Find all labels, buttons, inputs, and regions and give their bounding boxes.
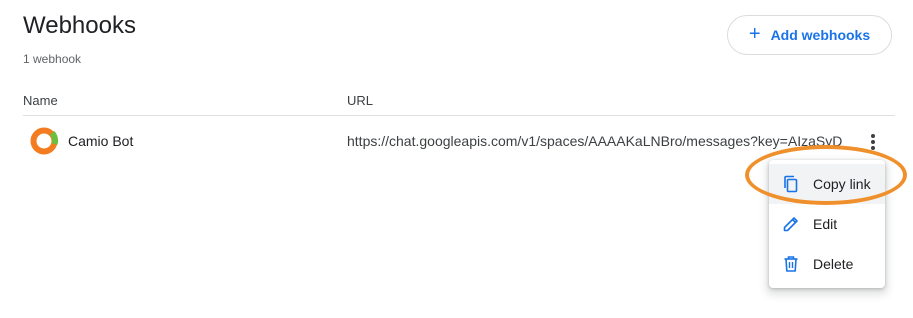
context-menu: Copy link Edit Delete [769,160,885,288]
pencil-icon [783,217,798,232]
menu-item-label: Edit [813,216,838,232]
webhooks-page: Webhooks 1 webhook + Add webhooks Name U… [0,0,913,318]
add-webhooks-button[interactable]: + Add webhooks [727,15,892,55]
trash-icon [784,256,798,272]
camio-logo-icon [30,127,58,155]
menu-item-label: Copy link [813,176,871,192]
menu-item-copy-link[interactable]: Copy link [769,164,885,204]
menu-item-label: Delete [813,256,854,272]
copy-icon [784,175,798,193]
add-webhooks-label: Add webhooks [770,27,871,43]
plus-icon: + [748,23,761,45]
column-header-url: URL [347,93,374,108]
table-row[interactable]: Camio Bot https://chat.googleapis.com/v1… [23,118,895,164]
menu-item-delete[interactable]: Delete [769,244,885,284]
column-header-name: Name [23,93,58,108]
page-title: Webhooks [23,12,136,39]
webhook-name: Camio Bot [68,133,134,149]
menu-item-edit[interactable]: Edit [769,204,885,244]
more-options-icon[interactable] [863,130,883,154]
webhook-count: 1 webhook [23,52,82,66]
webhook-url: https://chat.googleapis.com/v1/spaces/AA… [347,133,843,149]
header-divider [23,115,895,116]
